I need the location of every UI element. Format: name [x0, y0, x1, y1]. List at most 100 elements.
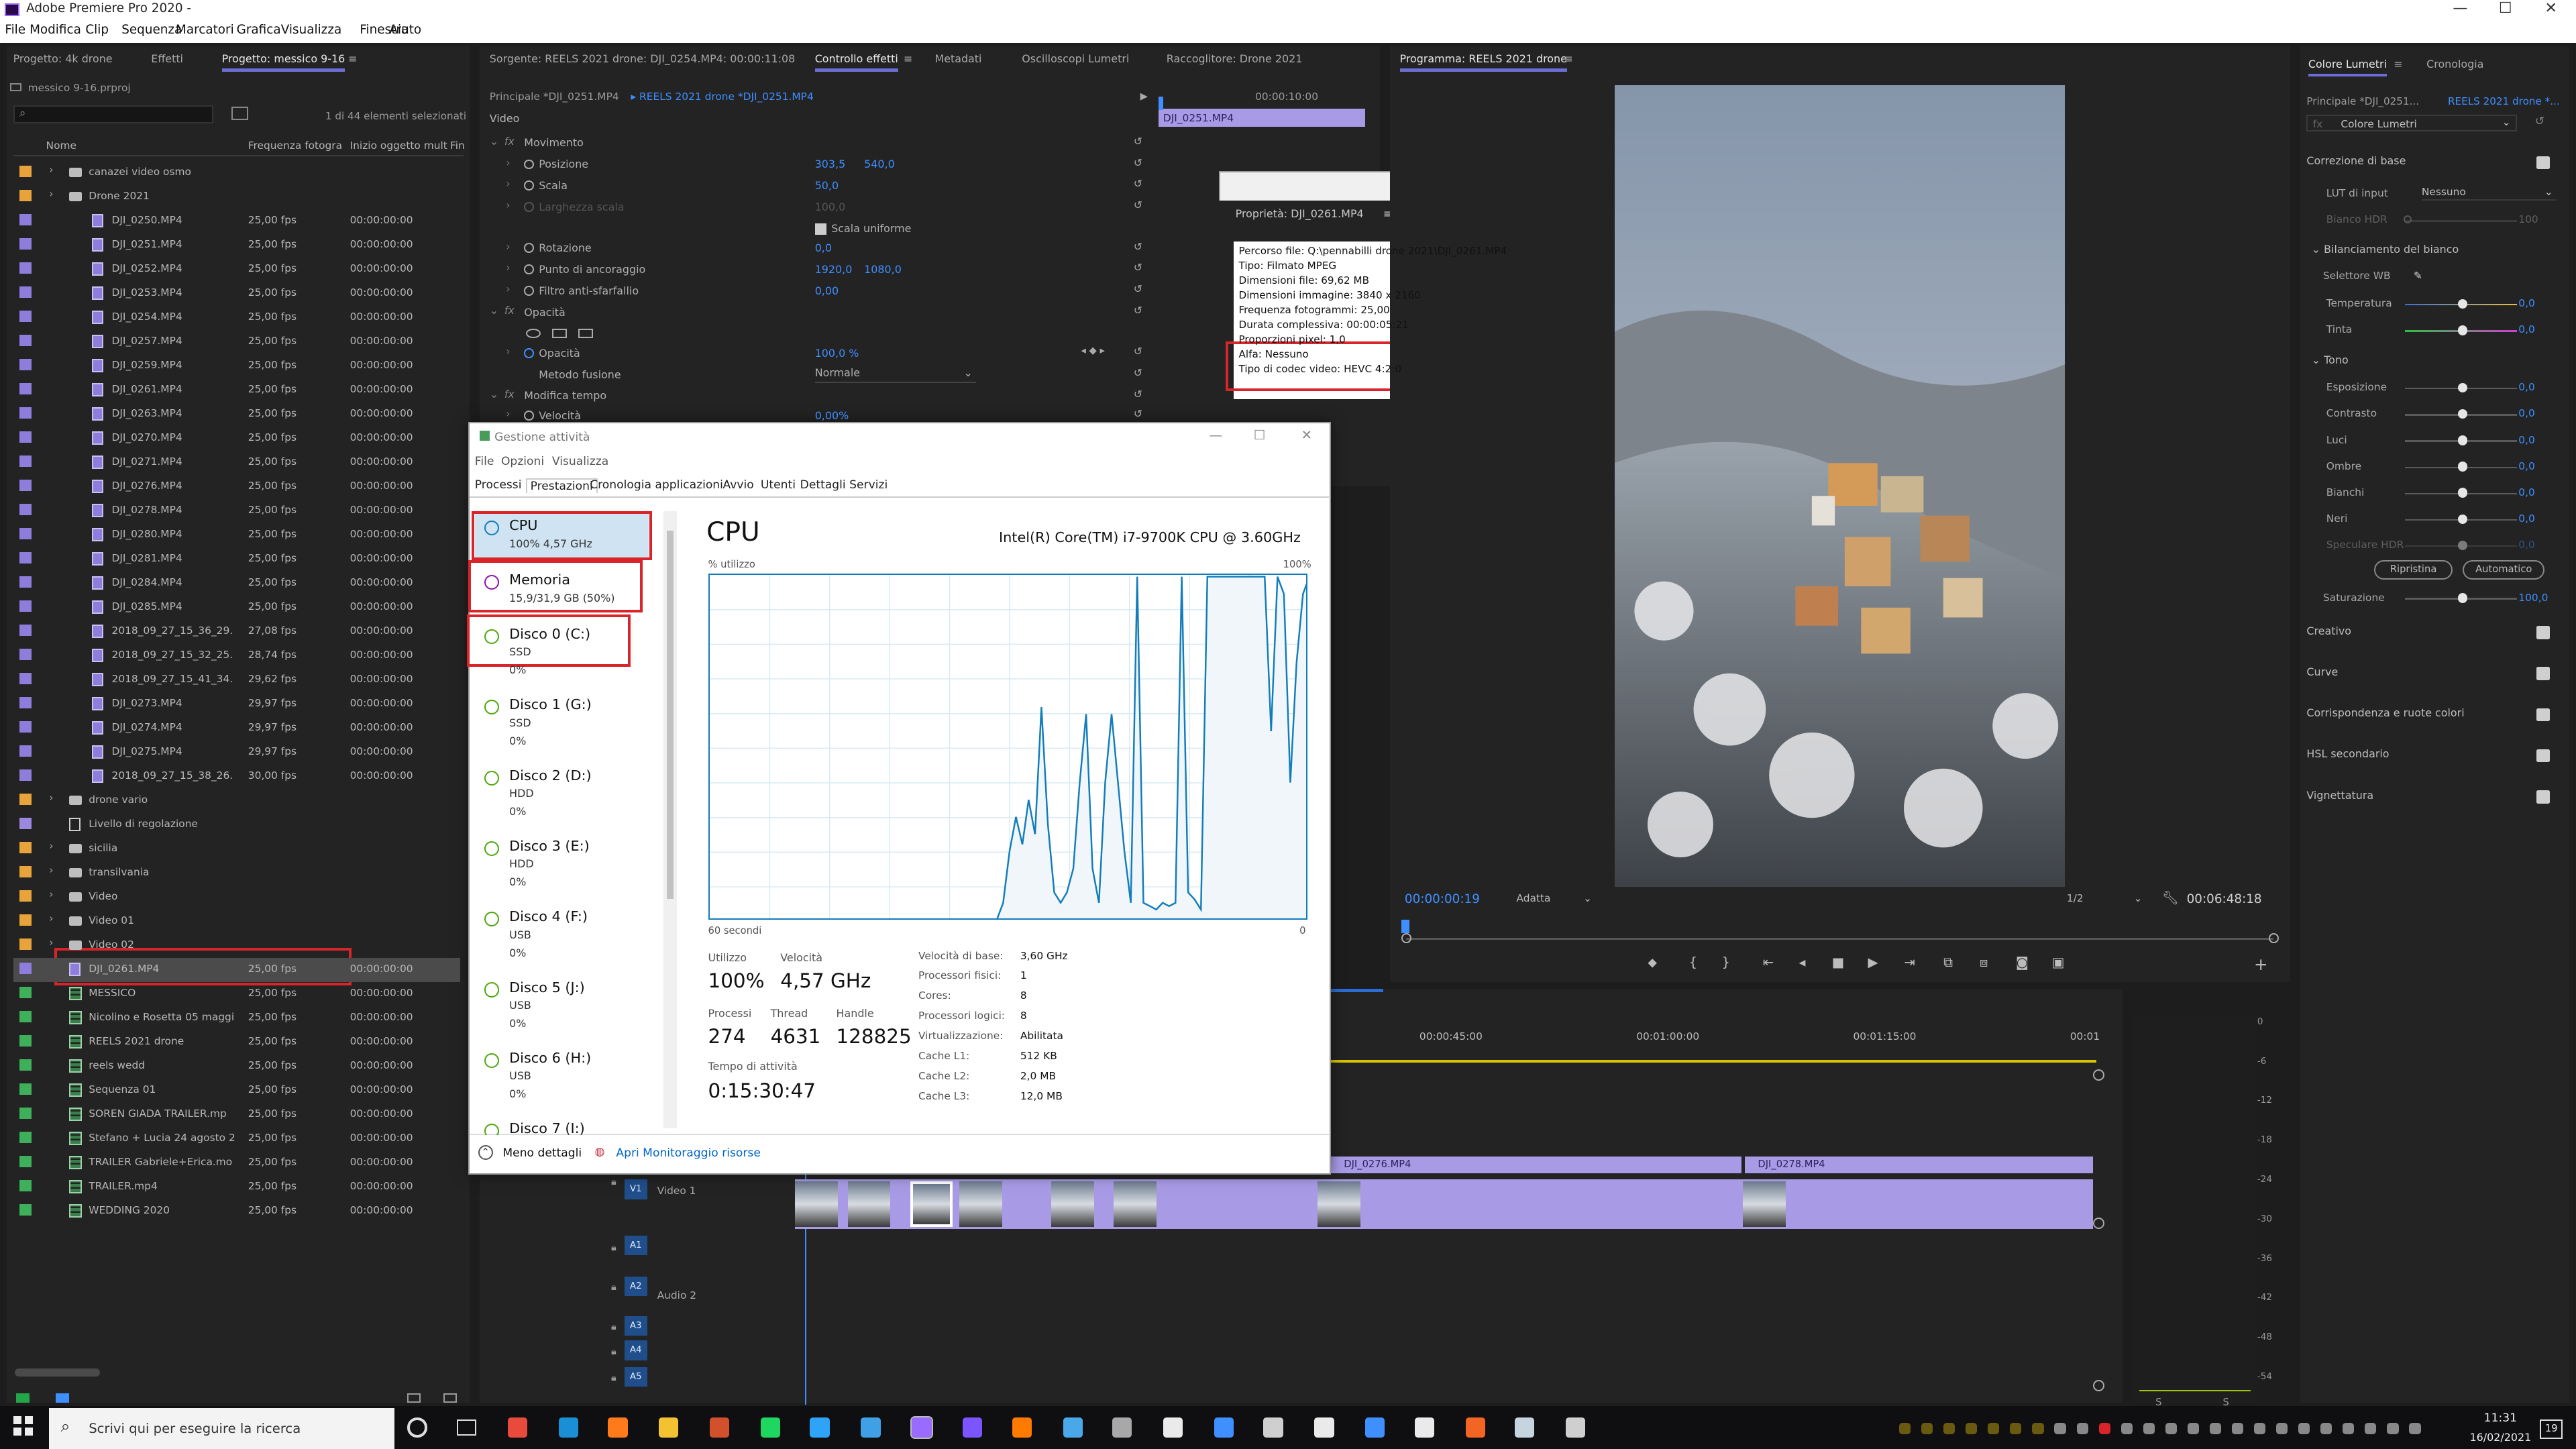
tone-value[interactable]: 0,0 — [2518, 460, 2535, 472]
tray-icon[interactable] — [2054, 1422, 2066, 1434]
label-color-swatch[interactable] — [19, 455, 32, 468]
explorer-icon[interactable] — [659, 1417, 679, 1438]
section-basic-correction[interactable]: Correzione di base — [2306, 154, 2553, 174]
epic-icon[interactable] — [1414, 1417, 1434, 1438]
reset-icon[interactable]: ↺ — [1134, 345, 1142, 358]
param-value-2[interactable]: 540,0 — [864, 158, 895, 170]
param-value-2[interactable]: 1080,0 — [864, 263, 902, 276]
checkbox-basic[interactable] — [2536, 156, 2550, 170]
col-start[interactable]: Inizio oggetto mult — [350, 140, 447, 152]
chevron-right-icon[interactable]: › — [506, 240, 510, 253]
label-color-swatch[interactable] — [19, 600, 32, 612]
program-timecode[interactable]: 00:00:00:19 — [1405, 892, 1480, 906]
tray-icon[interactable] — [2076, 1422, 2088, 1434]
chevron-right-icon[interactable]: › — [49, 889, 60, 900]
project-item[interactable]: DJI_0270.MP4 25,00 fps 00:00:00:00 — [13, 427, 460, 451]
ellipse-mask-icon[interactable] — [525, 328, 541, 339]
tm-menu-file[interactable]: File — [475, 455, 494, 468]
tone-knob[interactable] — [2457, 488, 2468, 498]
label-color-swatch[interactable] — [19, 214, 32, 226]
project-item[interactable]: DJI_0259.MP4 25,00 fps 00:00:00:00 — [13, 354, 460, 378]
project-item[interactable]: › sicilia — [13, 837, 460, 861]
tm-side-item[interactable]: Disco 7 (I:) — [475, 1116, 649, 1136]
label-color-swatch[interactable] — [19, 576, 32, 588]
chevron-right-icon[interactable]: › — [506, 156, 510, 169]
label-color-swatch[interactable] — [19, 238, 32, 250]
reset-icon[interactable]: ↺ — [1134, 261, 1142, 274]
label-color-swatch[interactable] — [19, 262, 32, 274]
tone-value[interactable]: 0,0 — [2518, 407, 2535, 419]
lumetri-section[interactable]: Vignettatura — [2306, 789, 2553, 808]
track-a2[interactable]: A2 — [624, 1276, 647, 1297]
clip-thumbnail[interactable] — [1051, 1181, 1095, 1228]
project-item[interactable]: reels wedd 25,00 fps 00:00:00:00 — [13, 1055, 460, 1079]
project-item[interactable]: 2018_09_27_15_41_34. 29,62 fps 00:00:00:00 — [13, 668, 460, 692]
param-value-1[interactable]: 100,0 — [815, 201, 846, 213]
menu-modifica[interactable]: Modifica — [30, 23, 81, 37]
stop-icon[interactable]: ■ — [1832, 955, 1845, 970]
chevron-right-icon[interactable]: › — [49, 865, 60, 876]
label-color-swatch[interactable] — [19, 311, 32, 323]
trash-icon[interactable] — [443, 1393, 457, 1403]
tone-value[interactable]: 0,0 — [2518, 486, 2535, 498]
param-value-1[interactable]: 0,00 — [815, 284, 839, 297]
chevron-right-icon[interactable]: › — [49, 913, 60, 924]
chevron-right-icon[interactable]: › — [49, 164, 60, 176]
section-checkbox[interactable] — [2536, 708, 2550, 722]
hdr-white-knob[interactable] — [2403, 215, 2412, 224]
clip-thumbnail[interactable] — [1743, 1181, 1786, 1228]
tone-knob[interactable] — [2457, 462, 2468, 472]
tray-icon[interactable] — [1988, 1422, 2000, 1434]
lock-icon[interactable]: 🔒︎ — [611, 1372, 616, 1383]
label-color-swatch[interactable] — [19, 166, 32, 178]
tm-side-item[interactable]: Disco 3 (E:) HDD 0% — [475, 833, 649, 904]
tray-icon[interactable] — [1899, 1422, 1911, 1434]
label-color-swatch[interactable] — [19, 1083, 32, 1095]
lumetri-section[interactable]: Curve — [2306, 665, 2553, 685]
col-end[interactable]: Fin — [450, 140, 465, 152]
stopwatch-icon[interactable] — [524, 286, 534, 296]
reset-button[interactable]: Ripristina — [2373, 560, 2453, 580]
tray-icon[interactable] — [2298, 1422, 2310, 1434]
reset-icon[interactable]: ↺ — [1134, 240, 1142, 253]
spotify-icon[interactable] — [760, 1417, 781, 1438]
track-a3[interactable]: A3 — [624, 1316, 647, 1336]
saturation-value[interactable]: 100,0 — [2518, 592, 2548, 604]
param-value-1[interactable]: 1920,0 — [815, 263, 853, 276]
step-back-icon[interactable]: ◂ — [1799, 955, 1806, 970]
camera-app-icon[interactable] — [1063, 1417, 1083, 1438]
camera-icon[interactable]: ◙ — [2016, 955, 2029, 970]
project-item[interactable]: DJI_0254.MP4 25,00 fps 00:00:00:00 — [13, 306, 460, 330]
menu-sequenza[interactable]: Sequenza — [121, 23, 182, 37]
tab-lumetri-scopes[interactable]: Oscilloscopi Lumetri — [1022, 52, 1129, 65]
new-bin-icon[interactable] — [231, 107, 248, 120]
tm-side-item[interactable]: Disco 6 (H:) USB 0% — [475, 1045, 649, 1116]
label-color-swatch[interactable] — [19, 745, 32, 757]
param-value-1[interactable]: 0,0 — [815, 241, 832, 254]
task-view-icon[interactable] — [456, 1419, 477, 1436]
reset-icon[interactable]: ↺ — [1134, 156, 1142, 169]
reset-icon[interactable]: ↺ — [1134, 199, 1142, 211]
chevron-down-icon[interactable]: ⌄ — [490, 135, 498, 148]
project-item[interactable]: DJI_0263.MP4 25,00 fps 00:00:00:00 — [13, 402, 460, 427]
rect-mask-icon[interactable] — [551, 328, 567, 339]
tm-tab[interactable]: Prestazioni — [525, 478, 598, 493]
lumetri-section[interactable]: Creativo — [2306, 625, 2553, 644]
project-item[interactable]: 2018_09_27_15_38_26. 30,00 fps 00:00:00:00 — [13, 765, 460, 789]
section-checkbox[interactable] — [2536, 667, 2550, 680]
project-search-input[interactable]: ⌕ — [13, 105, 214, 123]
go-to-out-icon[interactable]: ⇥ — [1904, 955, 1915, 970]
tm-menu-visualizza[interactable]: Visualizza — [552, 455, 608, 468]
lumetri-source[interactable]: Principale *DJI_0251... — [2306, 95, 2419, 107]
project-item[interactable]: DJI_0253.MP4 25,00 fps 00:00:00:00 — [13, 282, 460, 306]
tm-side-item[interactable]: Disco 0 (C:) SSD 0% — [475, 621, 649, 692]
tab-metadata[interactable]: Metadati — [934, 52, 981, 65]
app-icon[interactable] — [1263, 1417, 1283, 1438]
project-item[interactable]: SOREN GIADA TRAILER.mp 25,00 fps 00:00:00:… — [13, 1103, 460, 1127]
stopwatch-icon[interactable] — [524, 264, 534, 274]
tray-icon[interactable] — [2343, 1422, 2355, 1434]
chevron-right-icon[interactable]: › — [49, 792, 60, 804]
panel-menu-icon[interactable]: ≡ — [1564, 52, 1572, 65]
illustrator-icon[interactable] — [1012, 1417, 1032, 1438]
reset-icon[interactable]: ↺ — [1134, 304, 1142, 317]
